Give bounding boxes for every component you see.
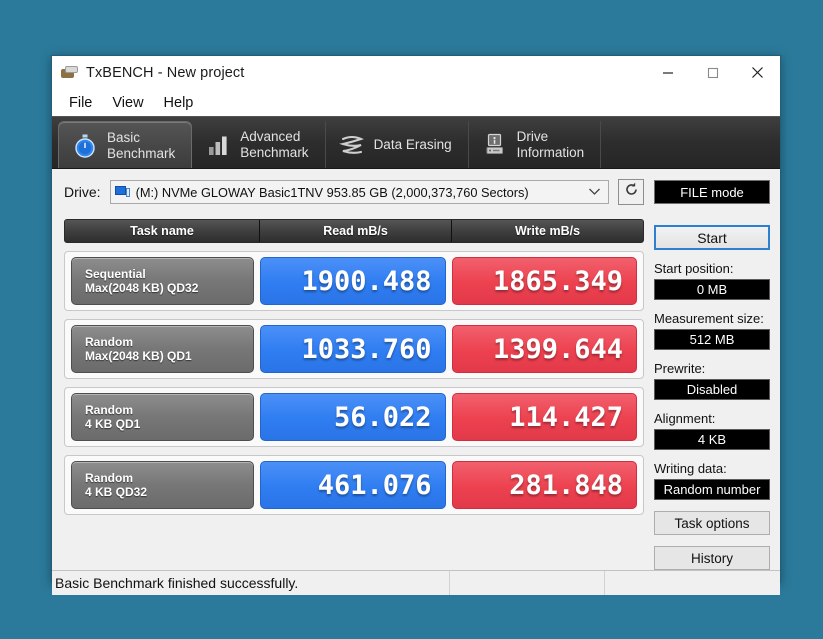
- close-icon[interactable]: [735, 56, 780, 89]
- drive-selector-row: Drive: (M:) NVMe GLOWAY Basic1TNV 953.85…: [64, 179, 644, 205]
- stopwatch-icon: [72, 133, 98, 159]
- drive-label: Drive:: [64, 184, 101, 200]
- read-value: 1033.760: [260, 325, 446, 373]
- writing-data-value[interactable]: Random number: [654, 479, 770, 500]
- task-name-line1: Random: [85, 403, 133, 417]
- start-button[interactable]: Start: [654, 225, 770, 250]
- tab-data-erasing-label: Data Erasing: [373, 136, 452, 152]
- tab-data-erasing[interactable]: Data Erasing: [326, 121, 469, 168]
- prewrite-value[interactable]: Disabled: [654, 379, 770, 400]
- table-row: Random Max(2048 KB) QD1 1033.760 1399.64…: [64, 319, 644, 379]
- history-button[interactable]: History: [654, 546, 770, 570]
- minimize-icon[interactable]: [645, 56, 690, 89]
- table-row: Random 4 KB QD32 461.076 281.848: [64, 455, 644, 515]
- tab-drive-information-label: Drive Information: [516, 128, 585, 160]
- read-value: 56.022: [260, 393, 446, 441]
- status-message: Basic Benchmark finished successfully.: [52, 571, 450, 595]
- drive-select[interactable]: (M:) NVMe GLOWAY Basic1TNV 953.85 GB (2,…: [109, 180, 609, 204]
- read-value: 461.076: [260, 461, 446, 509]
- task-name-cell[interactable]: Random 4 KB QD1: [71, 393, 254, 441]
- write-value: 114.427: [451, 393, 637, 441]
- task-name-cell[interactable]: Random 4 KB QD32: [71, 461, 254, 509]
- table-row: Random 4 KB QD1 56.022 114.427: [64, 387, 644, 447]
- write-value: 1399.644: [451, 325, 637, 373]
- bar-chart-icon: [205, 132, 231, 158]
- task-name-line2: Max(2048 KB) QD1: [85, 349, 192, 363]
- file-mode-button[interactable]: FILE mode: [654, 180, 770, 204]
- benchmark-left-pane: Drive: (M:) NVMe GLOWAY Basic1TNV 953.85…: [52, 169, 650, 570]
- task-name-line1: Random: [85, 471, 133, 485]
- measurement-size-label: Measurement size:: [654, 311, 764, 326]
- maximize-icon[interactable]: [690, 56, 735, 89]
- alignment-label: Alignment:: [654, 411, 716, 426]
- txbench-window: TxBENCH - New project File View Help Bas…: [51, 55, 781, 595]
- task-name-cell[interactable]: Random Max(2048 KB) QD1: [71, 325, 254, 373]
- status-segment-3: [605, 571, 780, 595]
- task-name-line2: Max(2048 KB) QD32: [85, 281, 199, 295]
- menu-item-help[interactable]: Help: [156, 93, 202, 113]
- measurement-size-value[interactable]: 512 MB: [654, 329, 770, 350]
- results-table: Task name Read mB/s Write mB/s Sequentia…: [64, 219, 644, 515]
- refresh-button[interactable]: [618, 179, 644, 205]
- task-name-cell[interactable]: Sequential Max(2048 KB) QD32: [71, 257, 254, 305]
- drive-info-icon: [482, 132, 508, 158]
- start-position-value[interactable]: 0 MB: [654, 279, 770, 300]
- column-header-write: Write mB/s: [514, 224, 581, 238]
- write-value: 1865.349: [451, 257, 637, 305]
- title-bar: TxBENCH - New project: [52, 56, 780, 89]
- task-options-button[interactable]: Task options: [654, 511, 770, 535]
- tab-advanced-benchmark-label: Advanced Benchmark: [240, 128, 309, 160]
- alignment-value[interactable]: 4 KB: [654, 429, 770, 450]
- main-content: Drive: (M:) NVMe GLOWAY Basic1TNV 953.85…: [52, 168, 780, 570]
- task-name-line2: 4 KB QD1: [85, 417, 141, 431]
- column-header-read: Read mB/s: [260, 220, 452, 242]
- tab-strip: Basic Benchmark Advanced Benchmark Data …: [52, 116, 780, 169]
- tab-basic-benchmark-label: Basic Benchmark: [107, 129, 176, 161]
- refresh-icon: [623, 181, 640, 203]
- txbench-logo-icon: [61, 64, 78, 81]
- task-name-line1: Sequential: [85, 267, 146, 281]
- column-header-task-name: Task name: [65, 220, 260, 242]
- task-name-line1: Random: [85, 335, 133, 349]
- results-header-row: Task name Read mB/s Write mB/s: [64, 219, 644, 243]
- tab-drive-information[interactable]: Drive Information: [469, 121, 602, 168]
- disk-drive-icon: [114, 185, 130, 199]
- status-bar: Basic Benchmark finished successfully.: [52, 570, 780, 595]
- shredder-icon: [338, 132, 365, 158]
- write-value: 281.848: [451, 461, 637, 509]
- tab-advanced-benchmark[interactable]: Advanced Benchmark: [192, 121, 326, 168]
- start-position-label: Start position:: [654, 261, 734, 276]
- task-name-line2: 4 KB QD32: [85, 485, 148, 499]
- prewrite-label: Prewrite:: [654, 361, 706, 376]
- table-row: Sequential Max(2048 KB) QD32 1900.488 18…: [64, 251, 644, 311]
- status-segment-2: [450, 571, 605, 595]
- menu-item-view[interactable]: View: [104, 93, 151, 113]
- menu-bar: File View Help: [52, 89, 780, 116]
- read-value: 1900.488: [260, 257, 446, 305]
- writing-data-label: Writing data:: [654, 461, 727, 476]
- tab-basic-benchmark[interactable]: Basic Benchmark: [58, 121, 193, 169]
- benchmark-options-panel: FILE mode Start Start position: 0 MB Mea…: [650, 169, 780, 570]
- menu-item-file[interactable]: File: [61, 93, 100, 113]
- chevron-down-icon[interactable]: [588, 183, 604, 201]
- window-title: TxBENCH - New project: [86, 64, 245, 81]
- drive-selected-value: (M:) NVMe GLOWAY Basic1TNV 953.85 GB (2,…: [135, 184, 529, 200]
- window-controls: [645, 56, 780, 89]
